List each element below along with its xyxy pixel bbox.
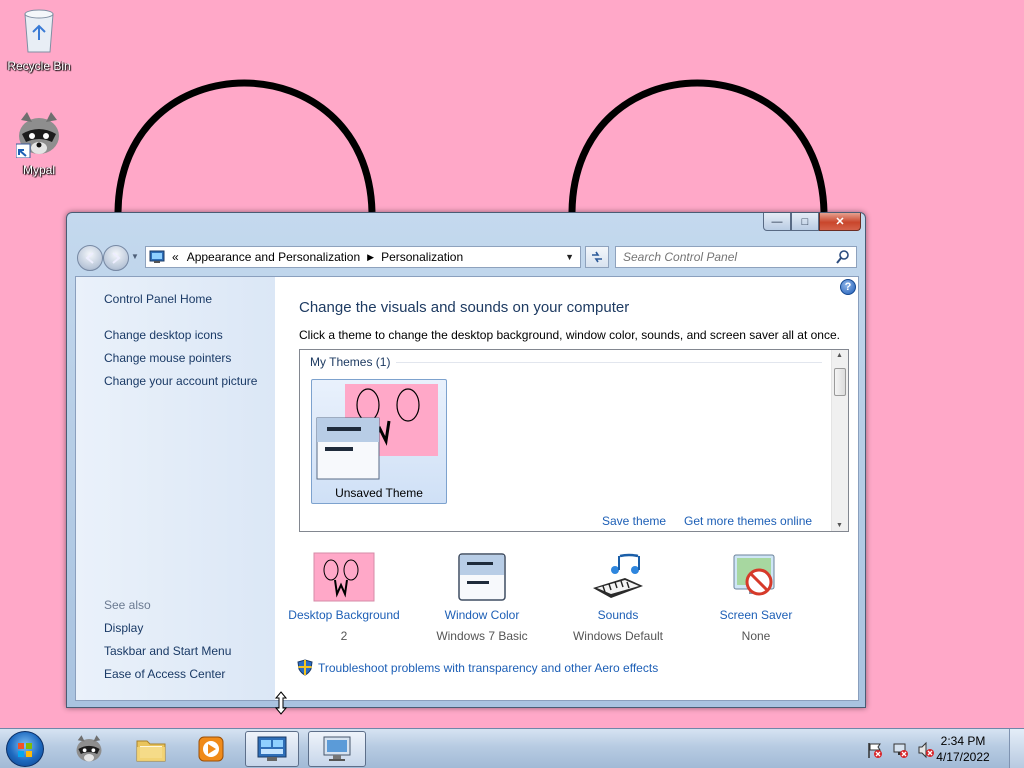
troubleshoot-row: Troubleshoot problems with transparency … bbox=[297, 659, 658, 676]
get-more-themes-link[interactable]: Get more themes online bbox=[684, 514, 812, 528]
address-bar[interactable]: « Appearance and Personalization ▶ Perso… bbox=[145, 246, 581, 268]
start-button[interactable] bbox=[6, 731, 44, 767]
change-account-picture-link[interactable]: Change your account picture bbox=[104, 374, 257, 388]
control-panel-home-link[interactable]: Control Panel Home bbox=[104, 292, 212, 306]
main-content: ? Change the visuals and sounds on your … bbox=[276, 277, 858, 700]
taskbar-mypal-button[interactable] bbox=[62, 731, 116, 767]
taskbar-control-panel-button[interactable] bbox=[245, 731, 299, 767]
resize-cursor-icon bbox=[275, 691, 287, 715]
window-color-option[interactable]: Window Color Windows 7 Basic bbox=[422, 551, 542, 643]
forward-arrow-icon bbox=[112, 252, 121, 264]
breadcrumb-separator-icon[interactable]: ▶ bbox=[367, 252, 374, 263]
window-color-value: Windows 7 Basic bbox=[436, 629, 528, 643]
screen-saver-option[interactable]: Screen Saver None bbox=[696, 551, 816, 643]
close-icon: ✕ bbox=[835, 216, 845, 228]
breadcrumb-personalization[interactable]: Personalization bbox=[381, 250, 463, 264]
sounds-option[interactable]: Sounds Windows Default bbox=[558, 551, 678, 643]
scroll-up-icon[interactable]: ▲ bbox=[836, 352, 843, 359]
control-panel-icon bbox=[257, 736, 287, 761]
desktop-icon-label: Recycle Bin bbox=[7, 59, 71, 73]
navigation-bar: ▼ « Appearance and Personalization ▶ Per… bbox=[75, 244, 859, 271]
theme-preview-image bbox=[316, 384, 438, 480]
show-desktop-button[interactable] bbox=[1009, 729, 1024, 768]
screen-saver-icon bbox=[733, 554, 775, 596]
search-input[interactable] bbox=[623, 250, 829, 264]
desktop-background-icon bbox=[313, 552, 375, 602]
save-theme-link[interactable]: Save theme bbox=[602, 514, 666, 528]
refresh-icon bbox=[592, 251, 602, 263]
change-mouse-pointers-link[interactable]: Change mouse pointers bbox=[104, 351, 231, 365]
desktop: Recycle Bin Mypal — □ ✕ ▼ « Appearance a… bbox=[0, 0, 1024, 728]
desktop-icon-mypal[interactable]: Mypal bbox=[1, 110, 77, 177]
sounds-value: Windows Default bbox=[572, 629, 664, 643]
caption-buttons: — □ ✕ bbox=[763, 213, 861, 231]
search-box bbox=[615, 246, 857, 268]
theme-list-scrollbar[interactable]: ▲ ▼ bbox=[831, 350, 848, 531]
breadcrumb-appearance[interactable]: Appearance and Personalization bbox=[187, 250, 360, 264]
monitor-icon bbox=[323, 736, 351, 761]
raccoon-icon bbox=[15, 112, 59, 159]
media-player-icon bbox=[198, 736, 224, 762]
raccoon-icon bbox=[76, 735, 102, 762]
troubleshoot-link[interactable]: Troubleshoot problems with transparency … bbox=[318, 661, 658, 675]
help-icon[interactable]: ? bbox=[840, 279, 856, 295]
scroll-down-icon[interactable]: ▼ bbox=[836, 522, 843, 529]
back-arrow-icon bbox=[85, 252, 94, 264]
window-color-label[interactable]: Window Color bbox=[422, 608, 542, 622]
clock[interactable]: 2:34 PM 4/17/2022 bbox=[928, 733, 998, 765]
page-description: Click a theme to change the desktop back… bbox=[299, 328, 840, 342]
network-icon[interactable] bbox=[892, 741, 910, 759]
forward-button[interactable] bbox=[103, 245, 129, 271]
recent-pages-dropdown[interactable]: ▼ bbox=[131, 252, 139, 261]
desktop-background-label[interactable]: Desktop Background bbox=[284, 608, 404, 622]
clock-time: 2:34 PM bbox=[940, 734, 986, 748]
desktop-icon-recycle-bin[interactable]: Recycle Bin bbox=[1, 6, 77, 73]
recycle-bin-icon bbox=[24, 9, 54, 53]
refresh-button[interactable] bbox=[585, 246, 609, 268]
folder-icon bbox=[136, 740, 166, 762]
address-dropdown-icon[interactable]: ▼ bbox=[565, 252, 574, 262]
group-divider bbox=[396, 362, 822, 363]
taskbar: 2:34 PM 4/17/2022 bbox=[0, 728, 1024, 768]
window-client-area: Control Panel Home Change desktop icons … bbox=[75, 276, 859, 701]
screen-saver-value: None bbox=[741, 629, 771, 643]
control-panel-icon bbox=[149, 250, 165, 263]
theme-list: My Themes (1) Unsaved Theme Save theme G… bbox=[299, 349, 849, 532]
close-button[interactable]: ✕ bbox=[819, 213, 861, 231]
taskbar-media-player-button[interactable] bbox=[184, 731, 238, 767]
scroll-thumb[interactable] bbox=[834, 368, 846, 396]
breadcrumb-overflow[interactable]: « bbox=[172, 250, 179, 264]
sounds-label[interactable]: Sounds bbox=[558, 608, 678, 622]
window-color-icon bbox=[458, 553, 506, 601]
screen-saver-label[interactable]: Screen Saver bbox=[696, 608, 816, 622]
desktop-background-value: 2 bbox=[340, 629, 348, 643]
maximize-icon: □ bbox=[801, 215, 809, 228]
see-also-heading: See also bbox=[104, 598, 151, 612]
action-center-flag-icon[interactable] bbox=[866, 741, 884, 759]
theme-item-unsaved[interactable]: Unsaved Theme bbox=[311, 379, 447, 504]
search-icon[interactable] bbox=[835, 249, 851, 265]
ease-of-access-link[interactable]: Ease of Access Center bbox=[104, 667, 225, 681]
taskbar-explorer-button[interactable] bbox=[124, 731, 178, 767]
theme-name: Unsaved Theme bbox=[335, 486, 423, 500]
clock-date: 4/17/2022 bbox=[936, 750, 990, 764]
desktop-icon-label: Mypal bbox=[22, 163, 55, 177]
page-heading: Change the visuals and sounds on your co… bbox=[299, 299, 630, 316]
taskbar-display-settings-button[interactable] bbox=[308, 731, 366, 767]
minimize-icon: — bbox=[771, 215, 783, 228]
change-desktop-icons-link[interactable]: Change desktop icons bbox=[104, 328, 223, 342]
display-link[interactable]: Display bbox=[104, 621, 143, 635]
sounds-icon bbox=[593, 553, 643, 598]
task-pane: Control Panel Home Change desktop icons … bbox=[76, 277, 275, 700]
shield-icon bbox=[297, 659, 313, 676]
desktop-background-option[interactable]: Desktop Background 2 bbox=[284, 551, 404, 643]
personalization-window: — □ ✕ ▼ « Appearance and Personalization… bbox=[66, 212, 866, 708]
theme-group-label: My Themes (1) bbox=[310, 355, 391, 369]
minimize-button[interactable]: — bbox=[763, 213, 791, 231]
maximize-button[interactable]: □ bbox=[791, 213, 819, 231]
windows-logo-icon bbox=[18, 743, 32, 757]
back-button[interactable] bbox=[77, 245, 103, 271]
taskbar-start-menu-link[interactable]: Taskbar and Start Menu bbox=[104, 644, 231, 658]
